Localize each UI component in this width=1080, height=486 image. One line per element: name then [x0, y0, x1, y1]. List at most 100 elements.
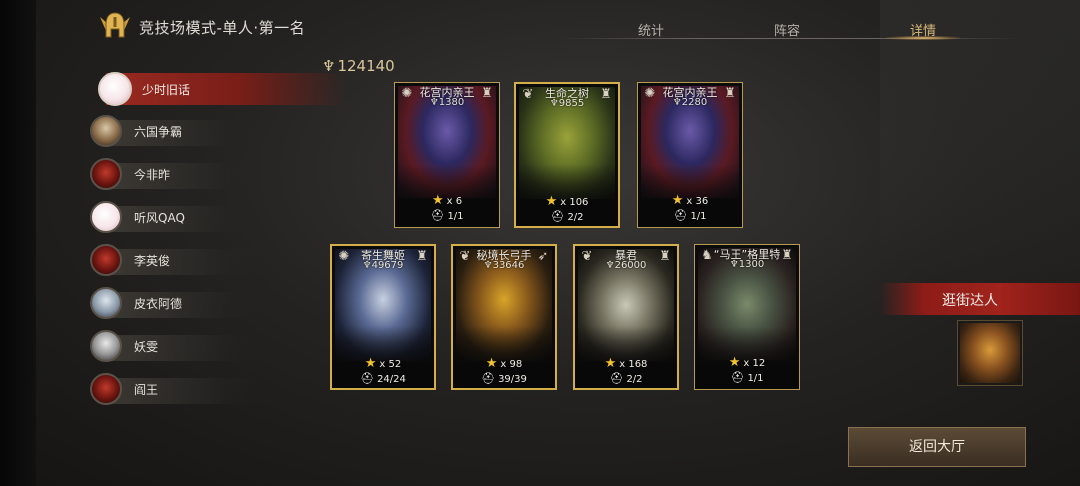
unit-count-value: 1/1 [747, 373, 764, 384]
demon-avatar [90, 373, 122, 405]
unit-count: ⛑ 2/2 [516, 210, 618, 223]
king-avatar [90, 115, 122, 147]
pale-avatar [90, 287, 122, 319]
unit-card-highlighted[interactable]: ✺ ♜ 寄生舞姬 ♆49679 ★ x 52 ⛑ 24/24 [330, 244, 436, 390]
unit-count-value: 1/1 [690, 211, 707, 222]
player-row[interactable]: 李英俊 [88, 243, 256, 279]
power-icon: ♆ [362, 260, 372, 271]
helmet-icon: ⛑ [673, 209, 688, 222]
unit-count: ⛑ 1/1 [638, 209, 742, 222]
unit-count: ⛑ 39/39 [453, 372, 555, 385]
unit-power-value: 2280 [681, 97, 708, 108]
star-icon: ★ [671, 193, 684, 208]
power-icon: ♆ [672, 97, 682, 108]
player-row[interactable]: 妖雯 [88, 329, 256, 365]
unit-power-value: 1300 [738, 259, 765, 270]
player-name: 皮衣阿德 [134, 297, 183, 311]
unit-stars: ★ x 52 [332, 356, 434, 371]
player-row[interactable]: 皮衣阿德 [88, 286, 256, 322]
unit-card-highlighted[interactable]: ❦ ♜ 生命之树 ♆9855 ★ x 106 ⛑ 2/2 [514, 82, 620, 228]
left-edge-strip [0, 0, 36, 486]
player-row[interactable]: 听风QAQ [88, 200, 256, 236]
tab-lineup[interactable]: 阵容 [747, 20, 827, 39]
row-background [106, 335, 256, 361]
player-row[interactable]: 六国争霸 [88, 114, 256, 150]
ghost-avatar [90, 330, 122, 362]
unit-count-value: 2/2 [567, 212, 584, 223]
page-title: 竞技场模式-单人·第一名 [139, 19, 306, 37]
power-icon: ♆ [605, 260, 615, 271]
hero-portrait-icon[interactable] [957, 320, 1023, 386]
demon-avatar [90, 244, 122, 276]
helmet-icon: ⛑ [609, 372, 624, 385]
helmet-icon: ⛑ [730, 371, 745, 384]
unit-card[interactable]: ✺ ♜ 花宫内亲王 ♆1380 ★ x 6 ⛑ 1/1 [394, 82, 500, 228]
unit-card-highlighted[interactable]: ❦ ➶ 秘境长弓手 ♆33646 ★ x 98 ⛑ 39/39 [451, 244, 557, 390]
player-name: 李英俊 [134, 254, 171, 268]
star-icon: ★ [431, 193, 444, 208]
player-name: 六国争霸 [134, 125, 183, 139]
star-icon: ★ [604, 356, 617, 371]
demon-avatar [90, 158, 122, 190]
total-power-value: 124140 [337, 57, 395, 75]
unit-power-value: 9855 [558, 98, 585, 109]
row-background [106, 163, 256, 189]
row-background [106, 249, 256, 275]
unit-power-value: 1380 [438, 97, 465, 108]
active-tab-indicator [886, 36, 960, 40]
unit-count: ⛑ 1/1 [695, 371, 799, 384]
unit-power: ♆1300 [695, 259, 799, 270]
return-lobby-button[interactable]: 返回大厅 [848, 427, 1026, 467]
unit-card[interactable]: ✺ ♜ 花宫内亲王 ♆2280 ★ x 36 ⛑ 1/1 [637, 82, 743, 228]
unit-power: ♆49679 [332, 260, 434, 271]
unit-power-value: 49679 [371, 260, 404, 271]
player-name: 今非昨 [134, 168, 171, 182]
power-icon: ♆ [729, 259, 739, 270]
player-row[interactable]: 今非昨 [88, 157, 256, 193]
power-icon: ♆ [429, 97, 439, 108]
unit-stars-value: x 168 [619, 359, 648, 370]
hero-label: 逛街达人 [942, 293, 998, 309]
unit-card-highlighted[interactable]: ❦ ♜ 暴君 ♆26000 ★ x 168 ⛑ 2/2 [573, 244, 679, 390]
unit-card[interactable]: ♞ ♜ “马王”格里特 ♆1300 ★ x 12 ⛑ 1/1 [694, 244, 800, 390]
unit-stars: ★ x 168 [575, 356, 677, 371]
unit-power: ♆9855 [516, 98, 618, 109]
unit-power: ♆1380 [395, 97, 499, 108]
unit-stars-value: x 6 [446, 196, 463, 207]
star-icon: ★ [728, 355, 741, 370]
helmet-icon: ⛑ [550, 210, 565, 223]
unit-count-value: 39/39 [498, 374, 527, 385]
arena-result-screen: 竞技场模式-单人·第一名 统计 阵容 详情 少时旧话 六国争霸 今非昨 听风QA… [0, 0, 1080, 486]
unit-power: ♆33646 [453, 260, 555, 271]
unit-power-value: 33646 [492, 260, 525, 271]
tab-statistics[interactable]: 统计 [611, 20, 691, 39]
unit-stars: ★ x 106 [516, 194, 618, 209]
helmet-icon: ⛑ [360, 372, 375, 385]
unit-power: ♆26000 [575, 260, 677, 271]
player-name: 少时旧话 [142, 83, 191, 97]
background-glow [880, 0, 1080, 486]
unit-stars: ★ x 6 [395, 193, 499, 208]
player-row-selected[interactable]: 少时旧话 [88, 71, 346, 107]
unit-stars-value: x 36 [686, 196, 709, 207]
unit-stars-value: x 12 [743, 358, 766, 369]
player-row[interactable]: 阎王 [88, 372, 256, 408]
unit-count: ⛑ 2/2 [575, 372, 677, 385]
helmet-icon: ⛑ [430, 209, 445, 222]
power-icon: ♆ [322, 57, 336, 75]
unit-stars-value: x 98 [500, 359, 523, 370]
unit-power-value: 26000 [614, 260, 647, 271]
total-power: ♆ 124140 [322, 57, 395, 75]
blank-avatar [98, 72, 132, 106]
row-background [106, 378, 256, 404]
power-icon: ♆ [549, 98, 559, 109]
star-icon: ★ [364, 356, 377, 371]
unit-count-value: 24/24 [377, 374, 406, 385]
unit-stars-value: x 52 [379, 359, 402, 370]
star-icon: ★ [485, 356, 498, 371]
power-icon: ♆ [483, 260, 493, 271]
unit-count: ⛑ 24/24 [332, 372, 434, 385]
unit-stars: ★ x 98 [453, 356, 555, 371]
unit-count: ⛑ 1/1 [395, 209, 499, 222]
unit-power: ♆2280 [638, 97, 742, 108]
